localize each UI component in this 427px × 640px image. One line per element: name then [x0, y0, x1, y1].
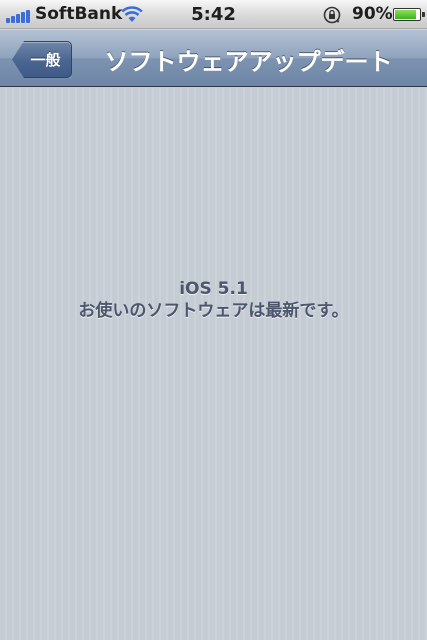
ios-version: iOS 5.1 — [179, 279, 248, 299]
content-area: iOS 5.1 お使いのソフトウェアは最新です。 — [0, 88, 427, 640]
back-button[interactable]: 一般 — [12, 41, 72, 78]
navigation-bar: 一般 ソフトウェアアップデート — [0, 29, 427, 87]
update-status: iOS 5.1 お使いのソフトウェアは最新です。 — [0, 278, 427, 322]
page-title: ソフトウェアアップデート — [104, 47, 393, 76]
battery-percent: 90% — [352, 4, 393, 24]
battery-icon — [393, 8, 425, 21]
orientation-lock-icon — [323, 6, 341, 24]
status-bar: SoftBank 5:42 90% — [0, 0, 427, 29]
up-to-date-message: お使いのソフトウェアは最新です。 — [78, 301, 349, 321]
